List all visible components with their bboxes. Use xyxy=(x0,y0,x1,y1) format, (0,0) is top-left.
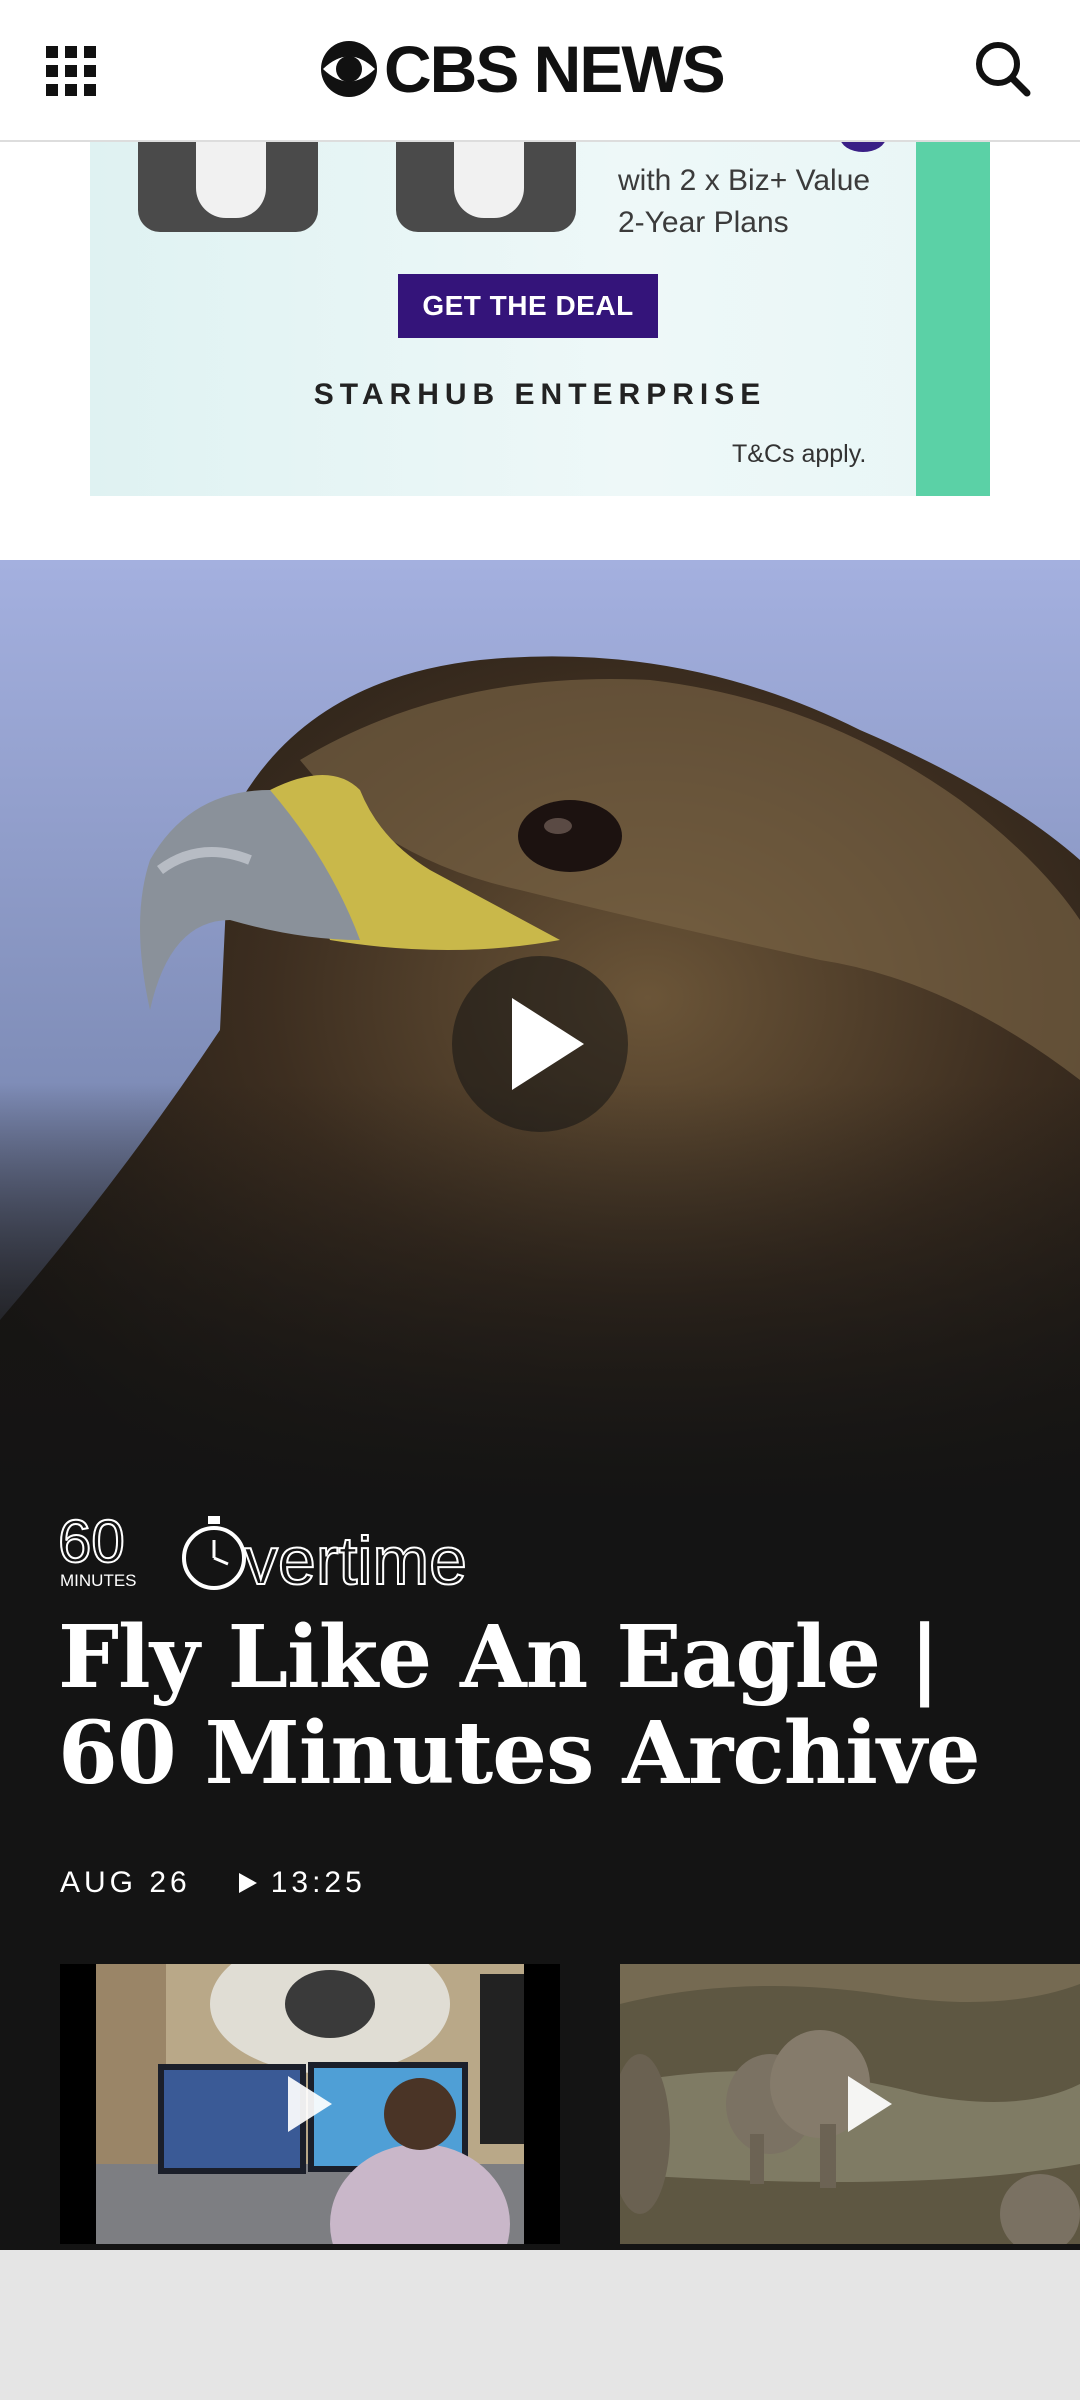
video-date: AUG 26 xyxy=(60,1866,191,1899)
play-icon xyxy=(848,2076,892,2132)
search-icon[interactable] xyxy=(972,38,1032,98)
video-thumbnail-mri[interactable] xyxy=(60,1964,560,2244)
ad-stripe xyxy=(916,142,990,496)
ad-decoration xyxy=(840,142,886,152)
play-icon xyxy=(512,998,584,1090)
play-button[interactable] xyxy=(452,956,628,1132)
get-the-deal-button[interactable]: GET THE DEAL xyxy=(398,274,658,338)
svg-text:60: 60 xyxy=(58,1510,125,1575)
cbs-news-logo[interactable]: CBS NEWS xyxy=(320,32,726,106)
phone-image xyxy=(138,142,318,232)
ad-copy: with 2 x Biz+ Value 2-Year Plans xyxy=(618,160,870,244)
video-duration: 13:25 xyxy=(270,1866,366,1899)
ad-line-2: 2-Year Plans xyxy=(618,206,789,239)
ad-container: with 2 x Biz+ Value 2-Year Plans GET THE… xyxy=(0,142,1080,560)
cbs-eye-icon xyxy=(321,41,377,97)
svg-text:vertime: vertime xyxy=(244,1523,467,1590)
video-headline[interactable]: Fly Like An Eagle | 60 Minutes Archive xyxy=(58,1610,1048,1802)
top-header: CBS NEWS xyxy=(0,0,1080,142)
logo-text: CBS NEWS xyxy=(384,32,726,106)
ad-terms: T&Cs apply. xyxy=(732,440,867,468)
60-minutes-overtime-logo: 60 MINUTES vertime xyxy=(58,1510,468,1590)
featured-video-thumbnail[interactable] xyxy=(0,560,1080,1510)
ad-line-1: with 2 x Biz+ Value xyxy=(618,164,871,197)
phone-image xyxy=(396,142,576,232)
starhub-ad-banner[interactable]: with 2 x Biz+ Value 2-Year Plans GET THE… xyxy=(90,142,990,496)
ad-brand: STARHUB ENTERPRISE xyxy=(313,378,767,411)
play-icon xyxy=(238,1873,257,1893)
grid-menu-icon[interactable] xyxy=(46,46,96,96)
svg-text:MINUTES: MINUTES xyxy=(60,1571,137,1590)
featured-video-info: 60 MINUTES vertime Fly Like An Eagle | 6… xyxy=(0,1510,1080,2250)
video-meta: AUG 26 13:25 xyxy=(60,1866,366,1900)
play-icon xyxy=(288,2076,332,2132)
video-thumbnail-elephants[interactable] xyxy=(620,1964,1080,2244)
